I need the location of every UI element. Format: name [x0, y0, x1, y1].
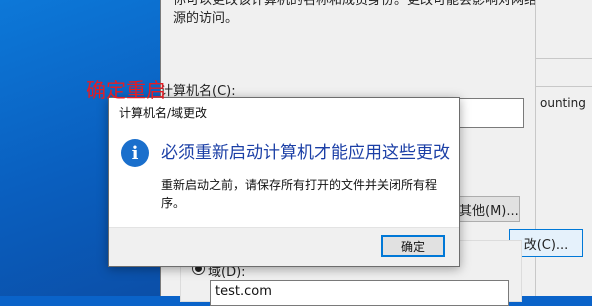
partial-label: ounting [540, 96, 586, 110]
annotation-text: 确定重启 [86, 78, 166, 102]
change-button-label: 改(C)... [523, 237, 569, 253]
description-text: 你可以更改该计算机的名称和成员身份。更改可能会影响对网络资 源的访问。 [173, 0, 553, 28]
computer-name-input[interactable] [456, 98, 524, 128]
other-button[interactable]: 其他(M)... [456, 196, 520, 222]
ok-button[interactable]: 确定 [381, 235, 445, 257]
dialog-body-text: 重新启动之前，请保存所有打开的文件并关闭所有程序。 [161, 178, 438, 210]
dialog-main-instruction: 必须重新启动计算机才能应用这些更改 [161, 143, 450, 163]
domain-value: test.com [215, 284, 272, 299]
other-button-label: 其他(M)... [459, 203, 519, 219]
divider [536, 86, 592, 87]
ok-button-label: 确定 [400, 239, 425, 254]
dialog-footer: 确定 [109, 227, 459, 266]
dialog-title: 计算机名/域更改 [119, 106, 208, 120]
divider [536, 58, 592, 59]
restart-required-dialog: 计算机名/域更改 i 必须重新启动计算机才能应用这些更改 重新启动之前，请保存所… [108, 97, 460, 267]
info-icon: i [121, 139, 149, 167]
description-line-1: 你可以更改该计算机的名称和成员身份。更改可能会影响对网络资 [173, 0, 551, 8]
description-line-2: 源的访问。 [173, 11, 239, 26]
domain-input[interactable]: test.com [210, 280, 509, 306]
